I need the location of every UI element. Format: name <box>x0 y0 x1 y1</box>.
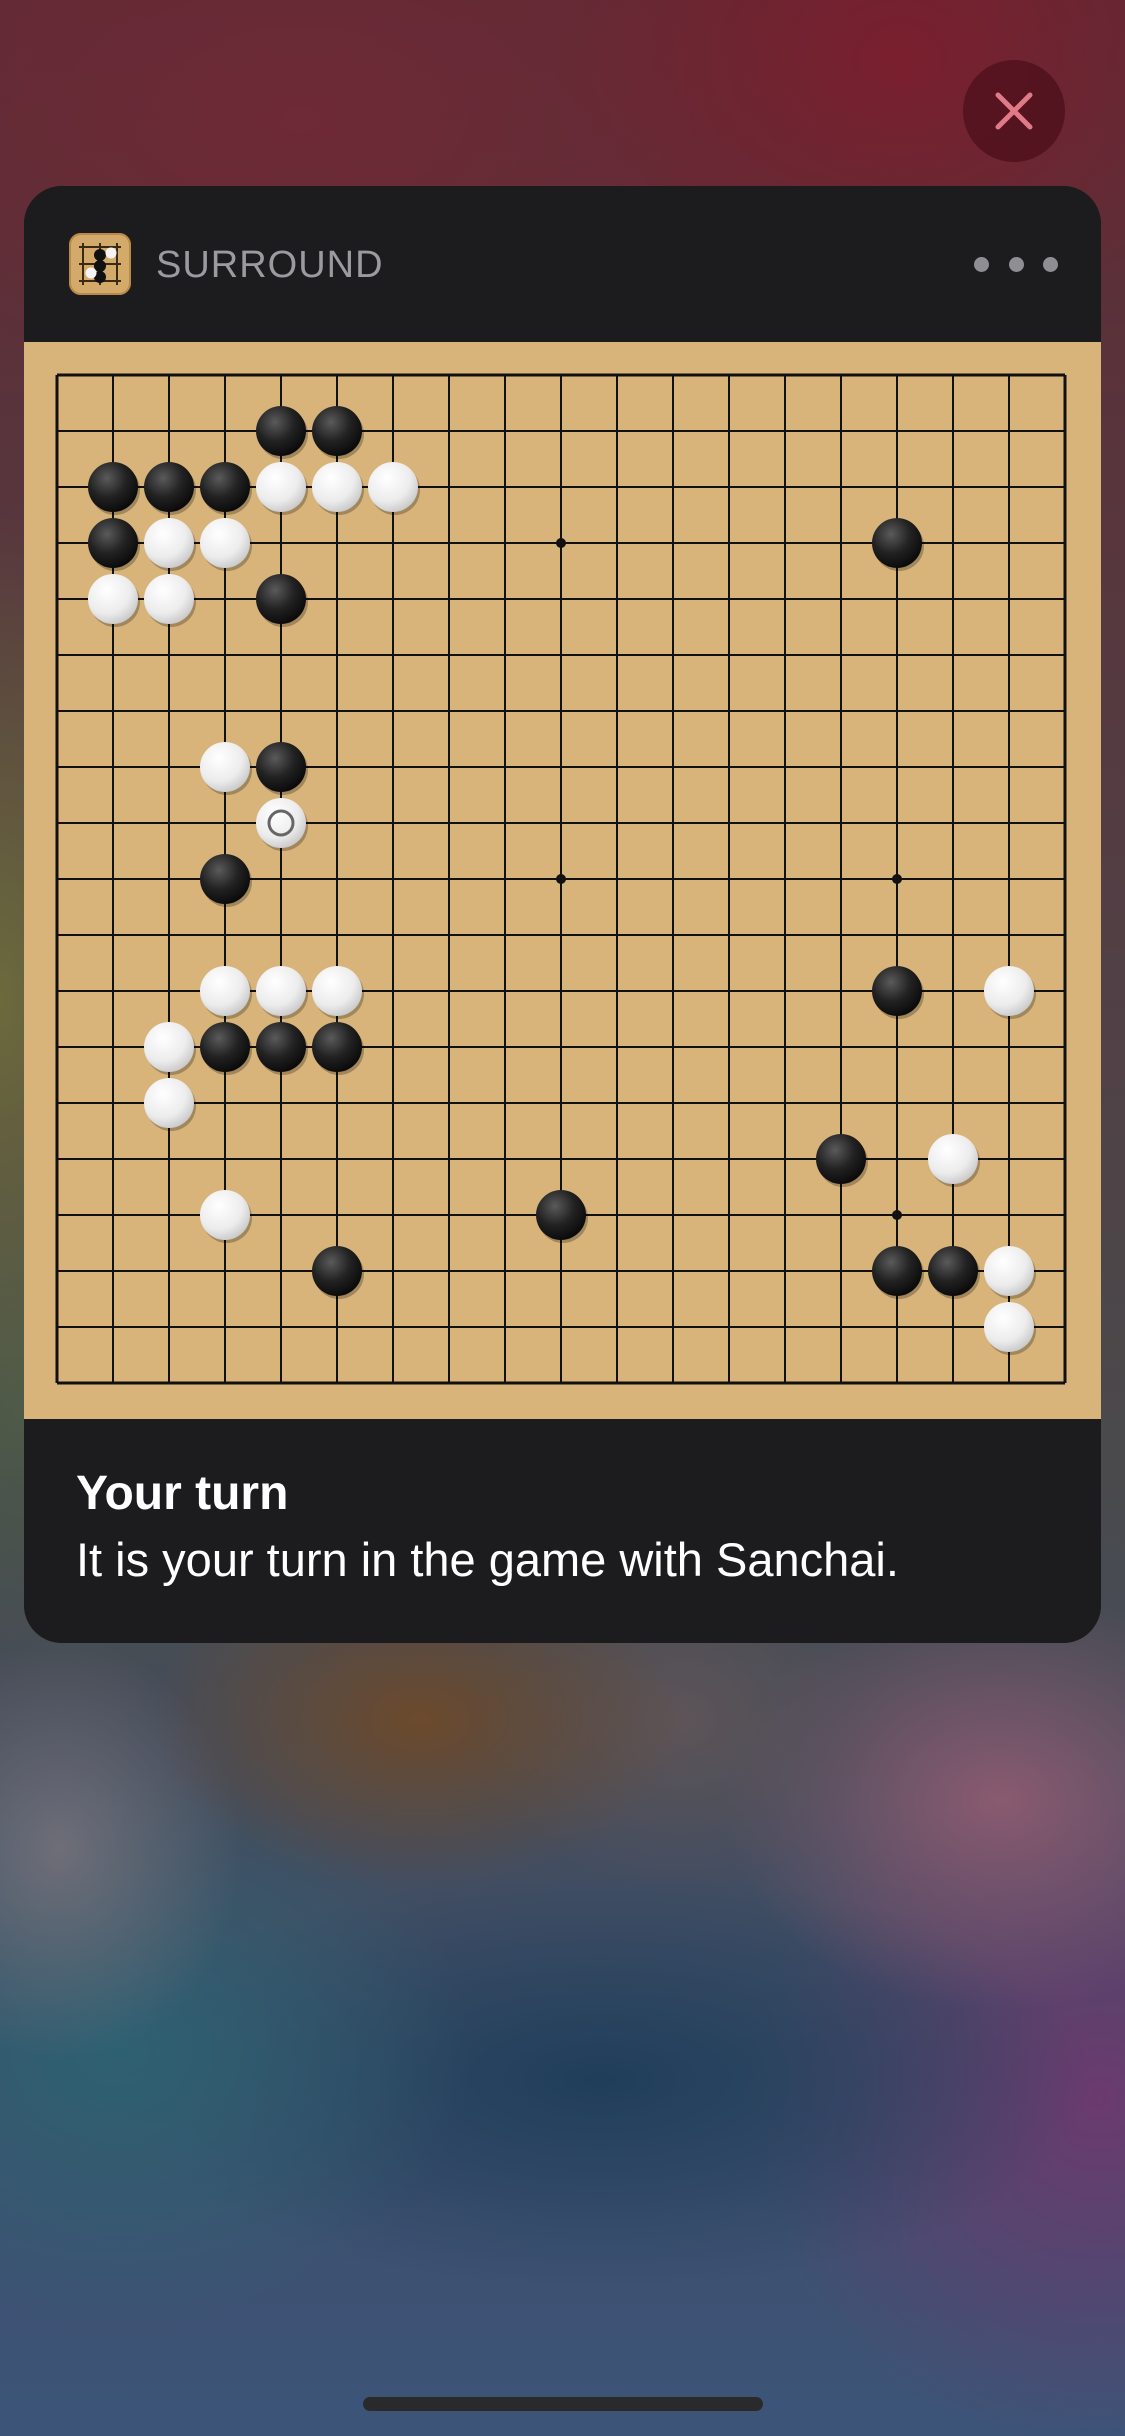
star-point <box>556 874 566 884</box>
black-stone <box>928 1246 980 1299</box>
black-stone <box>256 574 308 627</box>
white-stone <box>312 462 364 515</box>
white-stone <box>144 518 196 571</box>
white-stone <box>144 1078 196 1131</box>
black-stone <box>144 462 196 515</box>
black-stone <box>256 1022 308 1075</box>
star-point <box>892 874 902 884</box>
white-stone <box>200 518 252 571</box>
black-stone <box>312 1022 364 1075</box>
notification-header: SURROUND <box>24 186 1101 342</box>
notification-card[interactable]: SURROUND Your turn It is your turn in th… <box>24 186 1101 1643</box>
notification-title: Your turn <box>76 1467 289 1520</box>
black-stone <box>872 518 924 571</box>
black-stone <box>200 854 252 907</box>
black-stone <box>312 406 364 459</box>
black-stone <box>88 462 140 515</box>
close-icon <box>995 92 1033 130</box>
white-stone <box>984 966 1036 1019</box>
white-stone <box>88 574 140 627</box>
go-board-icon <box>69 233 131 295</box>
home-indicator[interactable] <box>363 2397 763 2411</box>
white-stone <box>144 1022 196 1075</box>
white-stone <box>984 1302 1036 1355</box>
more-options-icon <box>1043 256 1058 272</box>
white-stone <box>200 1190 252 1243</box>
more-options-icon <box>974 256 989 272</box>
close-button[interactable] <box>963 60 1065 162</box>
app-name: SURROUND <box>156 244 384 286</box>
notification-content: Your turn It is your turn in the game wi… <box>24 1419 1101 1643</box>
star-point <box>892 1210 902 1220</box>
black-stone <box>872 1246 924 1299</box>
white-stone <box>256 462 308 515</box>
go-board[interactable] <box>24 342 1101 1419</box>
white-stone <box>256 966 308 1019</box>
white-stone <box>200 966 252 1019</box>
white-stone <box>984 1246 1036 1299</box>
black-stone <box>256 742 308 795</box>
black-stone <box>312 1246 364 1299</box>
black-stone <box>816 1134 868 1187</box>
black-stone <box>200 1022 252 1075</box>
notification-body: It is your turn in the game with Sanchai… <box>76 1533 899 1586</box>
more-options-button[interactable] <box>974 246 1058 282</box>
white-stone <box>256 798 308 851</box>
black-stone <box>872 966 924 1019</box>
white-stone <box>368 462 420 515</box>
go-board-grid[interactable] <box>24 342 1101 1419</box>
white-stone <box>312 966 364 1019</box>
white-stone <box>144 574 196 627</box>
black-stone <box>200 462 252 515</box>
black-stone <box>256 406 308 459</box>
black-stone <box>88 518 140 571</box>
white-stone <box>200 742 252 795</box>
star-point <box>556 538 566 548</box>
white-stone <box>928 1134 980 1187</box>
more-options-icon <box>1008 256 1024 272</box>
black-stone <box>536 1190 588 1243</box>
